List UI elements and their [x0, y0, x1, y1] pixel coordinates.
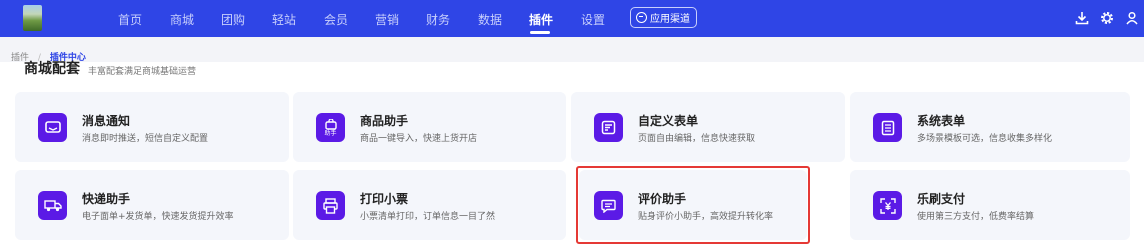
nav-item-home[interactable]: 首页 — [118, 11, 142, 28]
plugin-card-product-assistant[interactable]: 助手 商品助手 商品一键导入，快速上货开店 — [293, 92, 566, 162]
icon-caption: 助手 — [324, 129, 337, 137]
message-icon — [38, 113, 67, 142]
plugin-card-system-form[interactable]: 系统表单 多场景模板可选，信息收集多样化 — [850, 92, 1130, 162]
nav-item-marketing[interactable]: 营销 — [375, 11, 399, 28]
card-description: 页面自由编辑，信息快速获取 — [638, 134, 756, 144]
store-logo[interactable] — [23, 5, 42, 31]
nav-item-data[interactable]: 数据 — [478, 11, 502, 28]
download-icon[interactable] — [1074, 10, 1090, 26]
card-title: 商品助手 — [360, 114, 409, 128]
truck-icon — [38, 191, 67, 220]
card-title: 评价助手 — [638, 192, 687, 206]
nav-item-member[interactable]: 会员 — [324, 11, 348, 28]
plugin-card-leshua-payment[interactable]: 乐刷支付 使用第三方支付，低费率结算 — [850, 170, 1130, 240]
plugin-card-express[interactable]: 快递助手 电子面单+发货单，快速发货提升效率 — [15, 170, 289, 240]
nav-item-finance[interactable]: 财务 — [426, 11, 450, 28]
active-nav-indicator — [530, 31, 550, 34]
plugin-card-custom-form[interactable]: 自定义表单 页面自由编辑，信息快速获取 — [571, 92, 845, 162]
top-nav-bar: 首页 商城 团购 轻站 会员 营销 财务 数据 插件 设置 应用渠道 — [0, 0, 1144, 37]
card-title: 打印小票 — [360, 192, 409, 206]
card-title: 消息通知 — [82, 114, 131, 128]
form-icon — [594, 113, 623, 142]
card-description: 贴身评价小助手，高效提升转化率 — [638, 212, 774, 222]
nav-item-mall[interactable]: 商城 — [170, 11, 194, 28]
user-icon[interactable] — [1124, 10, 1140, 26]
document-icon — [873, 113, 902, 142]
app-channel-label: 应用渠道 — [650, 14, 690, 25]
shopping-bag-icon: 助手 — [316, 113, 345, 142]
card-description: 多场景模板可选，信息收集多样化 — [917, 134, 1053, 144]
nav-item-group-buy[interactable]: 团购 — [221, 11, 245, 28]
printer-icon — [316, 191, 345, 220]
section-subtitle: 丰富配套满足商城基础运营 — [88, 67, 197, 77]
card-description: 消息即时推送，短信自定义配置 — [82, 134, 209, 144]
gear-icon[interactable] — [1099, 10, 1115, 26]
channel-icon — [636, 12, 647, 23]
card-title: 快递助手 — [82, 192, 131, 206]
app-channel-button[interactable]: 应用渠道 — [630, 7, 697, 28]
comment-icon — [594, 191, 623, 220]
plugin-card-message[interactable]: 消息通知 消息即时推送，短信自定义配置 — [15, 92, 289, 162]
nav-item-settings[interactable]: 设置 — [581, 11, 605, 28]
nav-item-plugins[interactable]: 插件 — [529, 11, 553, 28]
section-title: 商城配套 — [24, 61, 80, 77]
plugin-card-review-assistant[interactable]: 评价助手 贴身评价小助手，高效提升转化率 — [579, 170, 807, 240]
card-title: 自定义表单 — [638, 114, 699, 128]
card-title: 乐刷支付 — [917, 192, 966, 206]
nav-item-light-site[interactable]: 轻站 — [272, 11, 296, 28]
yuan-payment-icon — [873, 191, 902, 220]
card-description: 使用第三方支付，低费率结算 — [917, 212, 1035, 222]
card-title: 系统表单 — [917, 114, 966, 128]
card-description: 电子面单+发货单，快速发货提升效率 — [82, 212, 234, 222]
card-description: 商品一键导入，快速上货开店 — [360, 134, 478, 144]
card-description: 小票清单打印，订单信息一目了然 — [360, 212, 496, 222]
plugin-card-print-receipt[interactable]: 打印小票 小票清单打印，订单信息一目了然 — [293, 170, 566, 240]
